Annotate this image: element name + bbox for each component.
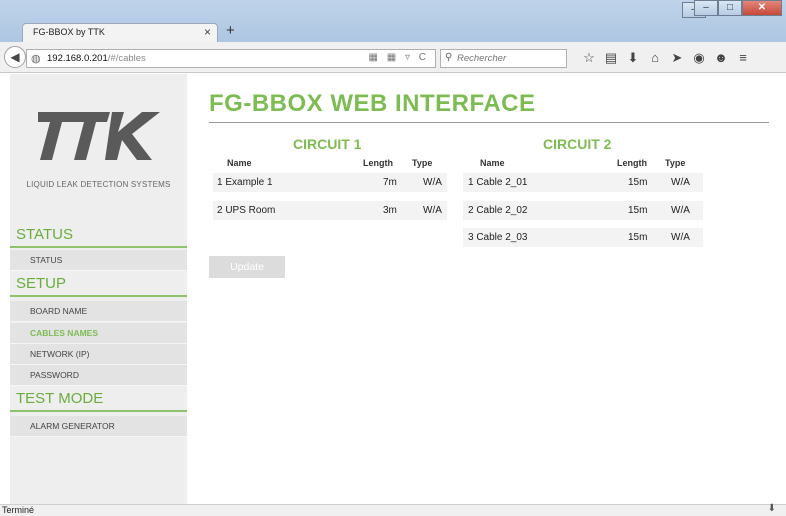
- status-text: Terminé: [2, 505, 35, 515]
- back-button[interactable]: ◀: [4, 46, 26, 68]
- cable-name: 1 Cable 2_01: [468, 177, 528, 188]
- download-icon[interactable]: ⬇: [622, 50, 644, 66]
- page-left-edge: [0, 74, 10, 504]
- url-path: /#/cables: [107, 53, 146, 64]
- circuit-1-header-length: Length: [363, 158, 393, 168]
- cable-length: 15m: [628, 205, 648, 216]
- page-title: FG-BBOX WEB INTERFACE: [209, 90, 536, 117]
- back-arrow-icon: ◀: [10, 50, 20, 64]
- toolbar-icons: ☆ ▤ ⬇ ⌂ ➤ ◉ ☻ ≡: [578, 50, 754, 66]
- table-row: 1 Cable 2_01 15m W/A: [463, 173, 703, 192]
- chat-icon[interactable]: ☻: [710, 50, 732, 66]
- cable-name: 3 Cable 2_03: [468, 232, 528, 243]
- title-divider: [209, 122, 769, 123]
- browser-tab[interactable]: FG-BBOX by TTK ×: [22, 23, 218, 42]
- nav-item-status[interactable]: STATUS: [10, 250, 187, 271]
- section-test-mode: TEST MODE: [10, 388, 187, 412]
- search-icon: ⚲: [445, 52, 453, 63]
- logo-subtitle: LIQUID LEAK DETECTION SYSTEMS: [26, 180, 171, 189]
- cable-type: W/A: [671, 232, 690, 243]
- url-text: 192.168.0.201/#/cables: [47, 53, 146, 64]
- tab-title: FG-BBOX by TTK: [33, 27, 105, 37]
- send-icon[interactable]: ➤: [666, 50, 688, 66]
- bookmarks-list-icon[interactable]: ▤: [600, 50, 622, 66]
- browser-statusbar: Terminé ⬇: [0, 503, 786, 516]
- table-row: 2 Cable 2_02 15m W/A: [463, 201, 703, 220]
- main-content: FG-BBOX WEB INTERFACE CIRCUIT 1 Name Len…: [187, 74, 786, 504]
- cable-type: W/A: [423, 177, 442, 188]
- new-tab-button[interactable]: +: [226, 22, 235, 39]
- url-host: 192.168.0.201: [47, 53, 108, 64]
- cable-name: 2 Cable 2_02: [468, 205, 528, 216]
- pocket-icon[interactable]: ◉: [688, 50, 710, 66]
- bookmark-star-icon[interactable]: ☆: [578, 50, 600, 66]
- menu-icon[interactable]: ≡: [732, 50, 754, 66]
- section-status: STATUS: [10, 224, 187, 248]
- sidebar: LIQUID LEAK DETECTION SYSTEMS STATUS STA…: [10, 74, 187, 504]
- cable-type: W/A: [423, 205, 442, 216]
- circuit-2-title: CIRCUIT 2: [543, 136, 612, 152]
- cable-name: 2 UPS Room: [217, 205, 276, 216]
- globe-icon: ◍: [31, 53, 41, 65]
- home-icon[interactable]: ⌂: [644, 50, 666, 66]
- table-row: 1 Example 1 7m W/A: [213, 173, 447, 192]
- browser-titlebar: FG-BBOX by TTK × + – – □ ✕: [0, 0, 786, 42]
- nav-item-password[interactable]: PASSWORD: [10, 365, 187, 386]
- section-setup: SETUP: [10, 273, 187, 297]
- cable-length: 3m: [383, 205, 397, 216]
- table-row: 3 Cable 2_03 15m W/A: [463, 228, 703, 247]
- window-controls: – □ ✕: [694, 0, 782, 16]
- ttk-logo: [38, 112, 160, 160]
- url-bar[interactable]: ◍ 192.168.0.201/#/cables ▦ ▦ ▿ C: [26, 49, 436, 68]
- browser-navbar: ◀ ◍ 192.168.0.201/#/cables ▦ ▦ ▿ C ⚲ ☆ ▤…: [0, 42, 786, 73]
- circuit-1-title: CIRCUIT 1: [293, 136, 362, 152]
- tab-close-icon[interactable]: ×: [204, 25, 211, 39]
- maximize-button[interactable]: □: [718, 0, 742, 16]
- nav-item-alarm-generator[interactable]: ALARM GENERATOR: [10, 416, 187, 437]
- cable-length: 15m: [628, 177, 648, 188]
- cable-length: 15m: [628, 232, 648, 243]
- nav-item-network-ip[interactable]: NETWORK (IP): [10, 344, 187, 365]
- url-action-icons[interactable]: ▦ ▦ ▿ C: [369, 52, 429, 63]
- nav-item-cables-names[interactable]: CABLES NAMES: [10, 323, 187, 344]
- download-status-icon[interactable]: ⬇: [768, 503, 776, 514]
- cable-type: W/A: [671, 205, 690, 216]
- close-window-button[interactable]: ✕: [742, 0, 782, 16]
- circuit-2-header-length: Length: [617, 158, 647, 168]
- table-row: 2 UPS Room 3m W/A: [213, 201, 447, 220]
- circuit-2-header-type: Type: [665, 158, 686, 168]
- nav-item-board-name[interactable]: BOARD NAME: [10, 301, 187, 322]
- circuit-2-header-name: Name: [480, 158, 505, 168]
- cable-type: W/A: [671, 177, 690, 188]
- circuit-1-header-type: Type: [412, 158, 433, 168]
- cable-length: 7m: [383, 177, 397, 188]
- cable-name: 1 Example 1: [217, 177, 273, 188]
- search-input[interactable]: [457, 53, 557, 64]
- update-button[interactable]: Update: [209, 256, 285, 278]
- minimize-button[interactable]: –: [694, 0, 718, 16]
- search-box[interactable]: ⚲: [440, 49, 567, 68]
- circuit-1-header-name: Name: [227, 158, 252, 168]
